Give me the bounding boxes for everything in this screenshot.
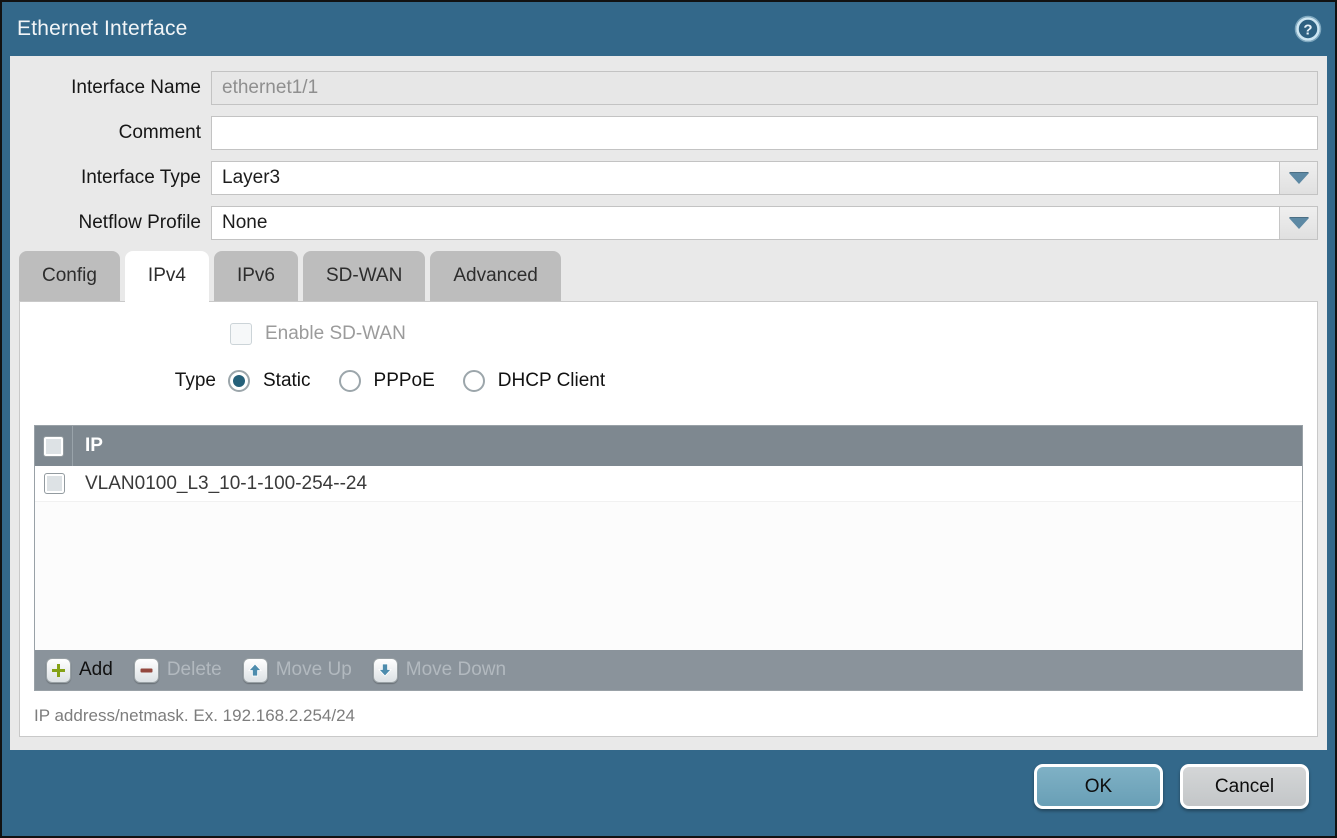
tab-sd-wan[interactable]: SD-WAN [303,251,425,301]
enable-sdwan-label: Enable SD-WAN [265,323,406,345]
form-row-comment: Comment [19,116,1318,150]
form-row-netflow-profile: Netflow Profile None [19,206,1318,240]
row-checkbox-cell [35,466,73,501]
tab-advanced[interactable]: Advanced [430,251,561,301]
interface-name-field [212,72,1317,104]
interface-type-dropdown-button[interactable] [1279,162,1317,194]
move-down-button-label: Move Down [406,659,506,681]
radio-static-label: Static [263,370,311,392]
dialog-title: Ethernet Interface [17,17,188,41]
ip-table-header: IP [35,426,1302,466]
radio-dhcp-client[interactable]: DHCP Client [463,370,621,392]
dialog-footer: OK Cancel [2,750,1335,809]
type-row: Type Static PPPoE DHCP Client [20,370,1317,392]
select-all-checkbox[interactable] [43,436,64,457]
radio-dhcp-client-label: DHCP Client [498,370,605,392]
row-ip-value: VLAN0100_L3_10-1-100-254--24 [73,473,367,495]
dialog-body: Interface Name Comment Interface Type La… [10,56,1327,750]
netflow-profile-dropdown[interactable]: None [211,206,1318,240]
radio-static-control[interactable] [228,370,250,392]
ip-format-hint: IP address/netmask. Ex. 192.168.2.254/24 [34,706,1303,726]
delete-button[interactable]: Delete [134,658,222,683]
move-up-button[interactable]: Move Up [243,658,352,683]
chevron-down-icon [1289,173,1309,184]
select-all-cell [35,426,73,466]
cancel-button[interactable]: Cancel [1180,764,1309,809]
enable-sdwan-row: Enable SD-WAN [230,323,1317,345]
netflow-profile-value: None [212,207,1279,239]
interface-type-value: Layer3 [212,162,1279,194]
form-row-interface-type: Interface Type Layer3 [19,161,1318,195]
interface-name-field-wrap [211,71,1318,105]
netflow-profile-label: Netflow Profile [19,212,211,234]
comment-field-wrap [211,116,1318,150]
add-button[interactable]: Add [46,658,113,683]
arrow-up-icon [243,658,268,683]
ip-table-body: VLAN0100_L3_10-1-100-254--24 [35,466,1302,650]
ok-button[interactable]: OK [1034,764,1163,809]
radio-pppoe[interactable]: PPPoE [339,370,451,392]
netflow-profile-dropdown-button[interactable] [1279,207,1317,239]
arrow-down-icon [373,658,398,683]
radio-pppoe-control[interactable] [339,370,361,392]
ip-column-header: IP [73,435,103,457]
interface-type-dropdown[interactable]: Layer3 [211,161,1318,195]
minus-icon [134,658,159,683]
plus-icon [46,658,71,683]
radio-static[interactable]: Static [228,370,327,392]
move-up-button-label: Move Up [276,659,352,681]
radio-dhcp-client-control[interactable] [463,370,485,392]
form-row-interface-name: Interface Name [19,71,1318,105]
comment-field[interactable] [212,117,1317,149]
interface-type-label: Interface Type [19,167,211,189]
ethernet-interface-dialog: Ethernet Interface ? Interface Name Comm… [0,0,1337,838]
radio-pppoe-label: PPPoE [374,370,435,392]
tab-ipv6[interactable]: IPv6 [214,251,298,301]
svg-text:?: ? [1303,22,1312,39]
ipv4-tab-panel: Enable SD-WAN Type Static PPPoE DHCP Cli… [19,301,1318,737]
move-down-button[interactable]: Move Down [373,658,506,683]
row-checkbox[interactable] [44,473,65,494]
table-row[interactable]: VLAN0100_L3_10-1-100-254--24 [35,466,1302,502]
comment-label: Comment [19,122,211,144]
tab-config[interactable]: Config [19,251,120,301]
delete-button-label: Delete [167,659,222,681]
chevron-down-icon [1289,218,1309,229]
tab-bar: Config IPv4 IPv6 SD-WAN Advanced [19,251,1318,301]
enable-sdwan-checkbox [230,323,252,345]
ip-table: IP VLAN0100_L3_10-1-100-254--24 [34,425,1303,691]
dialog-titlebar: Ethernet Interface ? [2,2,1335,56]
tab-ipv4[interactable]: IPv4 [125,251,209,301]
ip-table-toolbar: Add Delete Move Up [35,650,1302,690]
type-label: Type [20,370,216,392]
add-button-label: Add [79,659,113,681]
help-icon[interactable]: ? [1294,15,1322,43]
interface-name-label: Interface Name [19,77,211,99]
